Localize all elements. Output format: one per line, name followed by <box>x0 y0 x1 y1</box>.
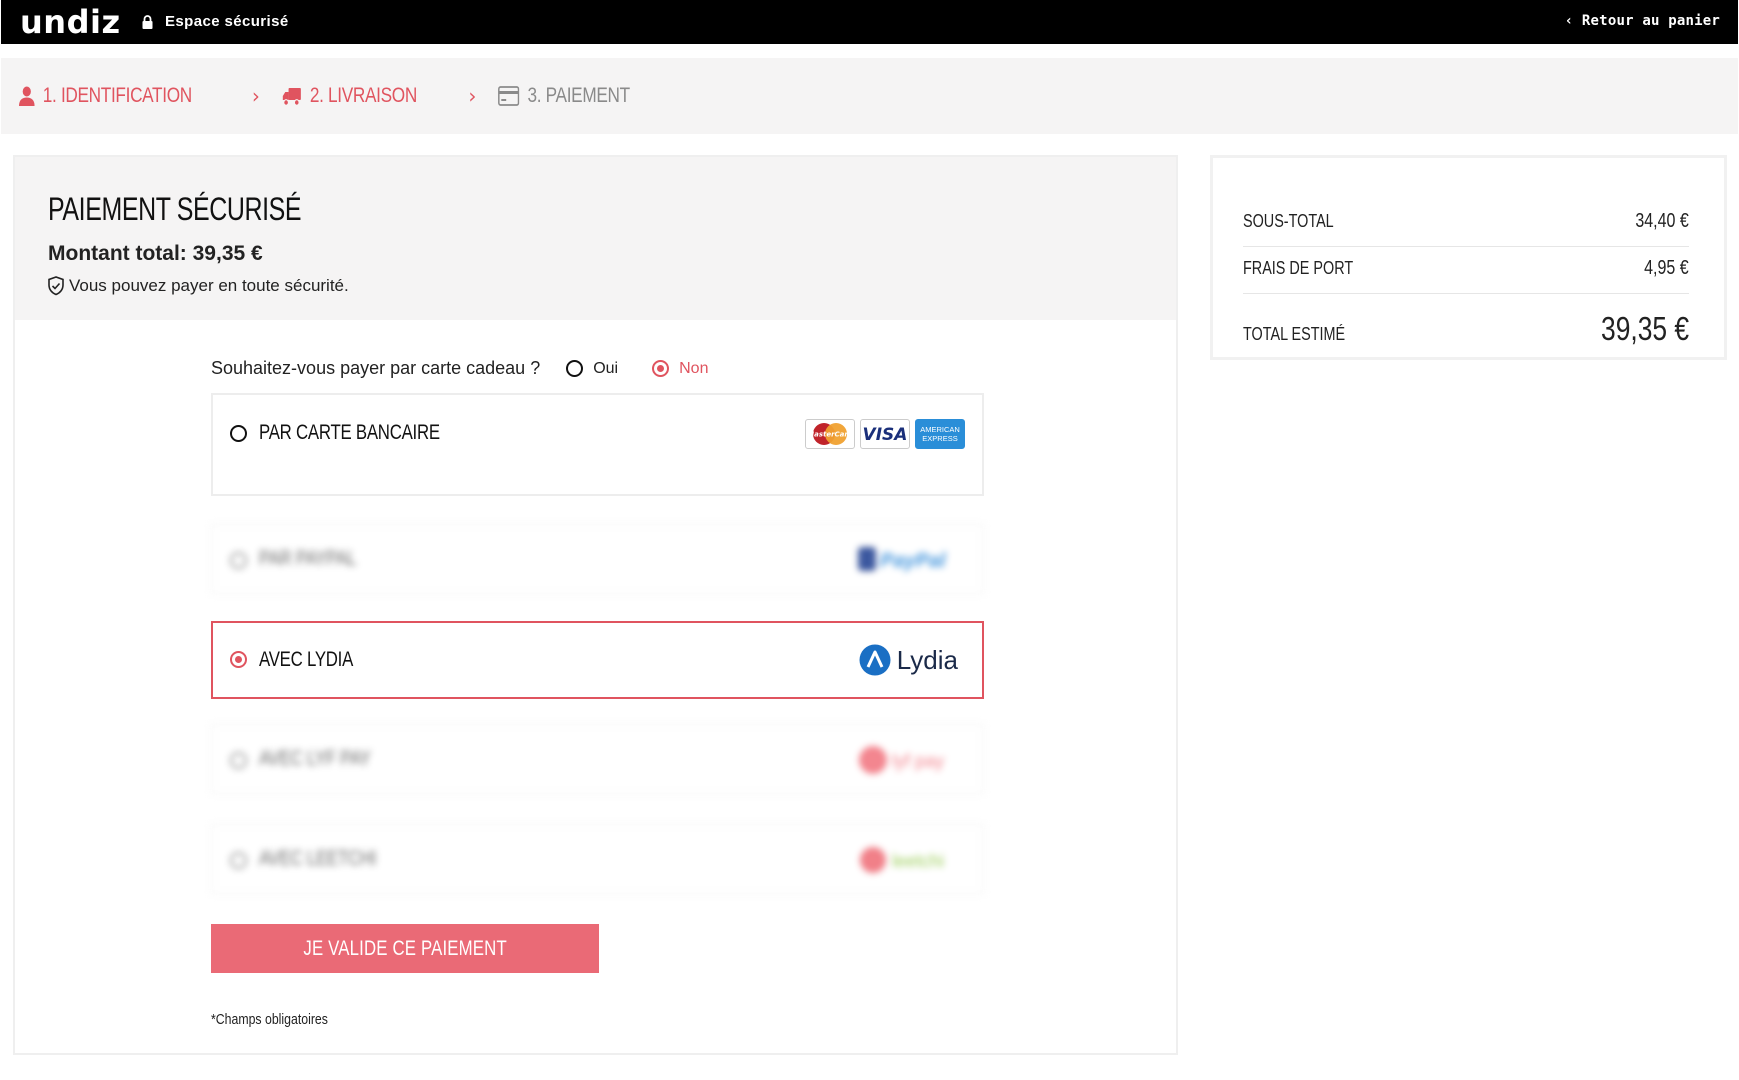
gift-card-label: Souhaitez-vous payer par carte cadeau ? <box>211 358 541 378</box>
shipping-value: 4,95 € <box>1644 257 1689 279</box>
payment-method-paypal[interactable]: PAR PAYPAL PayPal <box>211 523 984 595</box>
chevron-right-icon: › <box>468 84 477 108</box>
gift-card-question: Souhaitez-vous payer par carte cadeau ? … <box>211 358 708 379</box>
top-bar: undiz Espace sécurisé ‹ Retour au panier <box>1 0 1738 44</box>
option-label: Non <box>679 359 709 377</box>
payment-method-lyfpay[interactable]: AVEC LYF PAY lyf pay <box>211 723 984 795</box>
subtotal-value: 34,40 € <box>1635 210 1689 232</box>
divider <box>1243 246 1689 247</box>
undiz-logo[interactable]: undiz <box>20 3 121 41</box>
step-paiement: 3. PAIEMENT <box>498 84 631 108</box>
page-title: PAIEMENT SÉCURISÉ <box>48 191 302 227</box>
payment-method-label: AVEC LEETCHI <box>259 847 377 870</box>
chevron-right-icon: › <box>251 84 260 108</box>
radio-oui[interactable] <box>566 360 584 377</box>
secure-payment-note: Vous pouvez payer en toute sécurité. <box>47 276 349 296</box>
lock-icon <box>142 14 153 29</box>
checkout-steps: 1. IDENTIFICATION › 2. LIVRAISON › 3. PA… <box>1 58 1738 134</box>
payment-method-card[interactable]: PAR CARTE BANCAIRE MasterCard VISA AMERI… <box>211 393 984 496</box>
validate-payment-button[interactable]: JE VALIDE CE PAIEMENT <box>211 924 599 973</box>
svg-text:MasterCard: MasterCard <box>808 431 852 439</box>
order-summary: SOUS-TOTAL 34,40 € FRAIS DE PORT 4,95 € … <box>1210 155 1727 360</box>
card-logos: MasterCard VISA AMERICAN EXPRESS <box>805 419 965 449</box>
svg-text:VISA: VISA <box>863 425 908 445</box>
shipping-label: FRAIS DE PORT <box>1243 258 1354 278</box>
credit-card-icon <box>498 86 520 106</box>
divider <box>1243 293 1689 294</box>
back-to-cart-link[interactable]: ‹ Retour au panier <box>1565 13 1720 29</box>
radio-non[interactable] <box>652 360 670 377</box>
radio-leetchi[interactable] <box>230 852 247 869</box>
svg-text:lyf pay: lyf pay <box>892 751 944 771</box>
gift-card-no-option[interactable]: Non <box>652 360 708 378</box>
step-livraison[interactable]: 2. LIVRAISON <box>282 84 417 108</box>
svg-text:PayPal: PayPal <box>880 550 946 572</box>
payment-method-lydia[interactable]: AVEC LYDIA Lydia <box>211 621 984 699</box>
subtotal-row: SOUS-TOTAL 34,40 € <box>1243 210 1689 233</box>
subtotal-label: SOUS-TOTAL <box>1243 211 1334 231</box>
step-label: 3. PAIEMENT <box>527 84 631 107</box>
shield-check-icon <box>48 276 64 296</box>
mastercard-logo: MasterCard <box>805 419 855 449</box>
svg-text:EXPRESS: EXPRESS <box>922 434 957 443</box>
lyfpay-logo: lyf pay <box>859 746 944 774</box>
total-label: TOTAL ESTIMÉ <box>1243 324 1346 344</box>
payment-method-leetchi[interactable]: AVEC LEETCHI leetchi <box>211 823 984 895</box>
secure-label-text: Espace sécurisé <box>165 13 289 30</box>
payment-method-label: AVEC LYF PAY <box>259 747 371 770</box>
svg-text:AMERICAN: AMERICAN <box>920 425 960 434</box>
paypal-logo: PayPal <box>858 547 946 572</box>
required-fields-note: *Champs obligatoires <box>211 1011 328 1028</box>
secure-payment-text: Vous pouvez payer en toute sécurité. <box>69 276 349 295</box>
total-row: TOTAL ESTIMÉ 39,35 € <box>1243 310 1689 348</box>
radio-paypal[interactable] <box>230 552 247 569</box>
lydia-logo: Lydia <box>859 644 958 676</box>
amex-logo: AMERICAN EXPRESS <box>915 419 965 449</box>
radio-lydia[interactable] <box>230 651 247 668</box>
leetchi-logo: leetchi <box>860 847 944 873</box>
visa-logo: VISA <box>860 419 910 449</box>
lydia-icon <box>859 644 891 676</box>
payment-header: PAIEMENT SÉCURISÉ Montant total: 39,35 €… <box>15 157 1176 320</box>
step-label: 1. IDENTIFICATION <box>42 84 192 107</box>
payment-method-label: PAR CARTE BANCAIRE <box>259 421 440 444</box>
user-icon <box>19 86 35 106</box>
secure-area-label: Espace sécurisé <box>142 13 289 30</box>
total-value: 39,35 € <box>1600 310 1689 347</box>
svg-text:leetchi: leetchi <box>892 851 944 871</box>
shipping-row: FRAIS DE PORT 4,95 € <box>1243 257 1689 280</box>
payment-method-label: PAR PAYPAL <box>259 547 357 570</box>
payment-panel: PAIEMENT SÉCURISÉ Montant total: 39,35 €… <box>13 155 1178 1055</box>
gift-card-yes-option[interactable]: Oui <box>566 360 618 378</box>
truck-icon <box>282 87 301 106</box>
total-amount: Montant total: 39,35 € <box>48 242 263 265</box>
step-identification[interactable]: 1. IDENTIFICATION <box>19 84 192 108</box>
lydia-logo-text: Lydia <box>896 644 958 675</box>
validate-payment-label: JE VALIDE CE PAIEMENT <box>303 936 507 960</box>
step-label: 2. LIVRAISON <box>309 84 417 107</box>
payment-method-label: AVEC LYDIA <box>259 648 354 671</box>
option-label: Oui <box>593 359 619 377</box>
radio-card[interactable] <box>230 425 247 442</box>
radio-lyfpay[interactable] <box>230 752 247 769</box>
